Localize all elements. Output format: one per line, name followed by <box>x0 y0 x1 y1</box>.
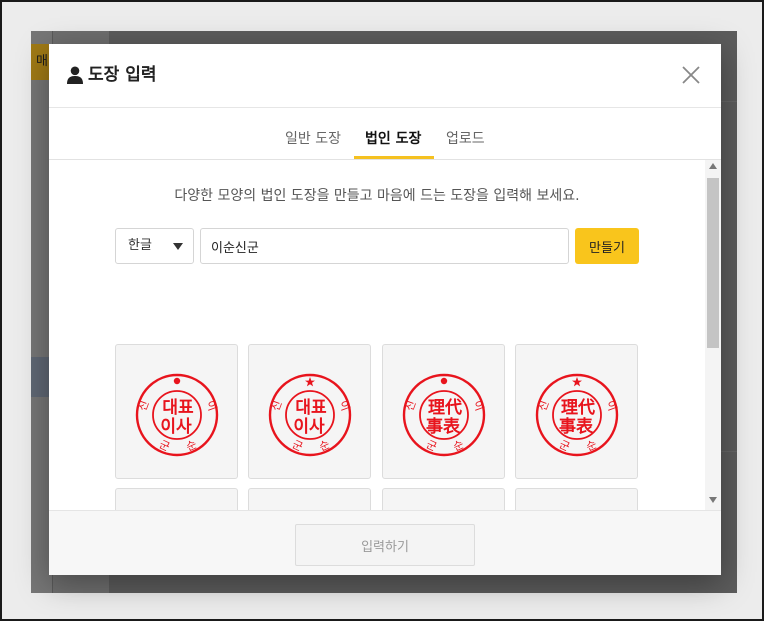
stamp-image: 대표이사신 이군 순 <box>268 373 352 457</box>
caret-down-icon <box>173 243 183 250</box>
stamp-ring-bottom-right-text: 순 <box>184 438 199 454</box>
stamp-star-mark <box>572 377 582 387</box>
stamp-center-top-text: 대표 <box>295 398 327 418</box>
stamp-center-top-text: 대표 <box>162 398 194 418</box>
stamp-option[interactable]: 대표대이 <box>248 488 371 510</box>
screen-frame: 매 도장 입력 일반 도장 법인 도장 업로드 다양한 모양의 법인 도장을 만… <box>0 0 764 621</box>
stamp-dot-mark <box>440 377 448 385</box>
scroll-down-arrow-icon[interactable] <box>709 497 717 503</box>
tab-general-stamp[interactable]: 일반 도장 <box>285 128 341 148</box>
person-icon <box>67 66 83 84</box>
stamp-input-modal: 도장 입력 일반 도장 법인 도장 업로드 다양한 모양의 법인 도장을 만들고… <box>49 44 721 575</box>
stamp-option[interactable]: 理代 事表 신 이 군 순 <box>382 344 505 479</box>
stamp-center-top-text: 理代 <box>561 397 595 418</box>
active-tab-indicator <box>354 156 434 159</box>
stamp-star-mark <box>305 377 315 387</box>
modal-title: 도장 입력 <box>88 65 157 85</box>
language-select[interactable]: 한글 <box>115 228 194 264</box>
content-scrollbar[interactable] <box>705 160 721 510</box>
description-text: 다양한 모양의 법인 도장을 만들고 마음에 드는 도장을 입력해 보세요. <box>174 188 580 204</box>
stamp-option[interactable]: 대표 이사 신 이 군 순 <box>248 344 371 479</box>
stamp-center-bottom-text: 事表 <box>559 416 594 437</box>
language-select-value: 한글 <box>128 238 152 253</box>
stamp-option[interactable]: 대표 이사 신 이 군 순 <box>115 344 238 479</box>
stamp-center-top-text: 理代 <box>428 397 462 418</box>
tab-corporate-stamp[interactable]: 법인 도장 <box>365 128 421 148</box>
name-input[interactable] <box>200 228 569 264</box>
tab-upload[interactable]: 업로드 <box>446 128 485 148</box>
stamp-center-bottom-text: 이사 <box>160 417 192 437</box>
modal-header: 도장 입력 <box>49 44 721 108</box>
make-button[interactable]: 만들기 <box>575 228 639 264</box>
stamp-option[interactable]: 理代대이 <box>515 488 638 510</box>
scroll-up-arrow-icon[interactable] <box>709 163 717 169</box>
submit-button[interactable]: 입력하기 <box>295 524 475 566</box>
stamp-center-bottom-text: 事表 <box>426 416 461 437</box>
stamp-option[interactable]: 理代 事表 신 이 군 순 <box>515 344 638 479</box>
stamp-option[interactable]: 理代대이 <box>382 488 505 510</box>
close-icon[interactable] <box>680 64 702 86</box>
tab-bar: 일반 도장 법인 도장 업로드 <box>49 109 721 160</box>
stamp-image: 대표이사신 이군 순 <box>135 373 219 457</box>
stamp-center-bottom-text: 이사 <box>293 417 325 437</box>
modal-content: 다양한 모양의 법인 도장을 만들고 마음에 드는 도장을 입력해 보세요. 한… <box>49 160 705 510</box>
stamp-ring-bottom-right-text: 순 <box>584 438 599 454</box>
modal-footer: 입력하기 <box>49 510 721 575</box>
stamp-option[interactable]: 대표대이 <box>115 488 238 510</box>
stamp-dot-mark <box>173 377 181 385</box>
stamp-image: 理代事表신 이군 순 <box>402 373 486 457</box>
stamp-ring-bottom-right-text: 순 <box>451 438 466 454</box>
stamp-ring-bottom-right-text: 순 <box>317 438 332 454</box>
scroll-thumb[interactable] <box>707 178 719 348</box>
stamp-image: 理代事表신 이군 순 <box>535 373 619 457</box>
